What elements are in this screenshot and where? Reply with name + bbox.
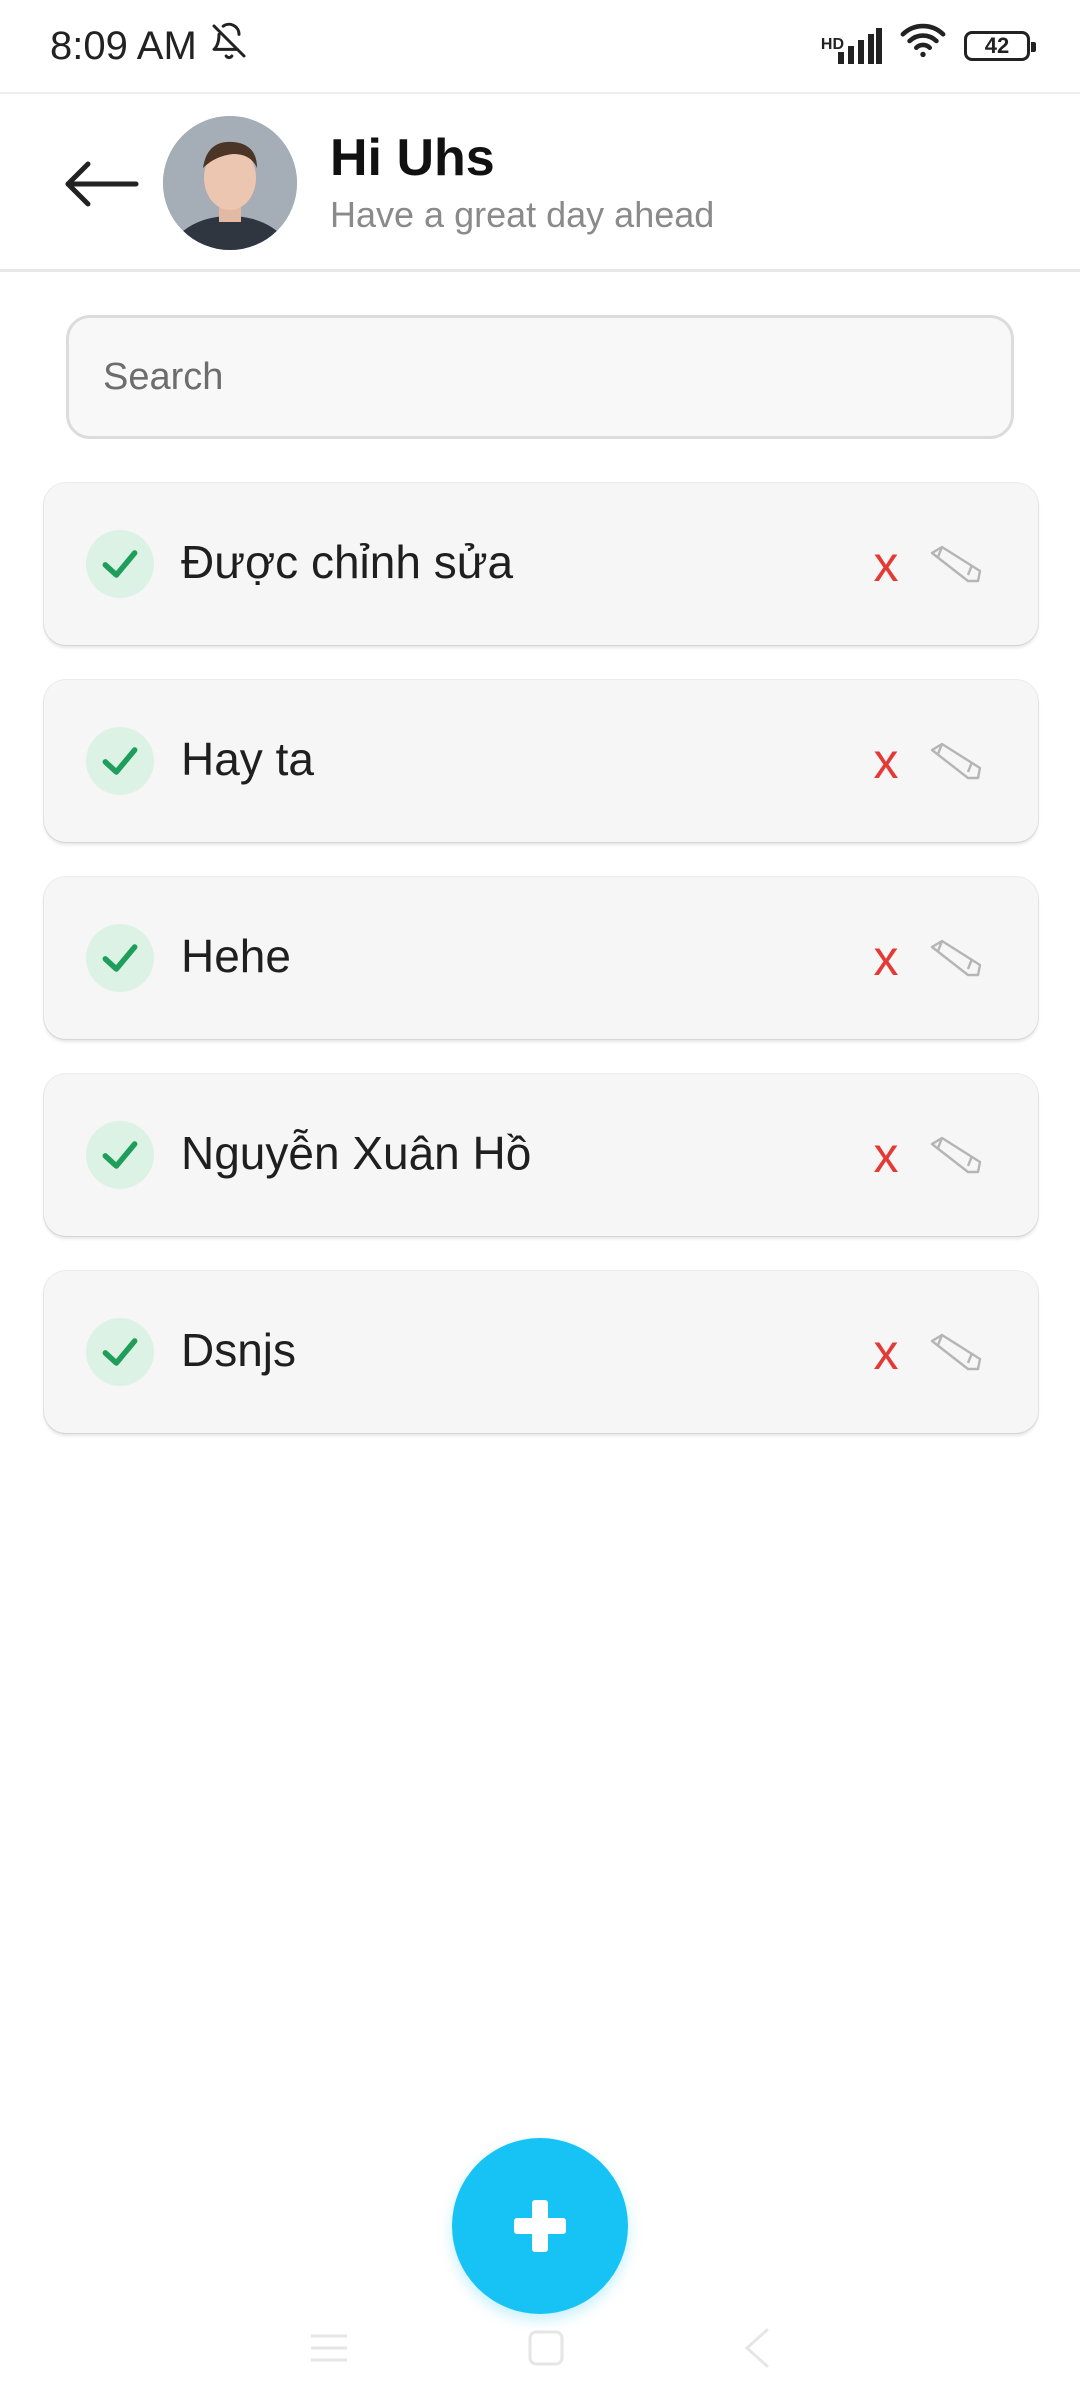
- task-label: Hehe: [181, 930, 291, 982]
- pencil-icon[interactable]: [924, 1124, 988, 1188]
- app-header: Hi Uhs Have a great day ahead: [0, 92, 1080, 272]
- check-icon[interactable]: [86, 530, 154, 598]
- page-title: Hi Uhs: [330, 129, 495, 187]
- user-avatar[interactable]: [163, 116, 297, 250]
- wifi-icon: [900, 23, 946, 69]
- check-icon[interactable]: [86, 727, 154, 795]
- task-label: Hay ta: [181, 733, 314, 785]
- system-nav-bar: [0, 2300, 1080, 2400]
- battery-level: 42: [984, 33, 1010, 58]
- search-input[interactable]: [66, 315, 1014, 439]
- pencil-icon[interactable]: [924, 730, 988, 794]
- check-icon[interactable]: [86, 1121, 154, 1189]
- task-label: Nguyễn Xuân Hồ: [181, 1127, 532, 1179]
- task-item[interactable]: Hehe x: [44, 877, 1038, 1039]
- menu-icon[interactable]: [307, 2328, 351, 2373]
- battery-icon: 42: [964, 31, 1036, 61]
- status-time: 8:09 AM: [50, 23, 197, 68]
- delete-button[interactable]: x: [864, 726, 908, 796]
- home-icon[interactable]: [524, 2326, 568, 2375]
- check-icon[interactable]: [86, 924, 154, 992]
- delete-button[interactable]: x: [864, 1317, 908, 1387]
- status-bar: 8:09 AM HD 42: [0, 0, 1080, 92]
- greeting: Hi Uhs Have a great day ahead: [330, 128, 714, 236]
- task-list: Được chỉnh sửa x Hay ta x Hehe x Nguyễn …: [44, 483, 1038, 1468]
- task-item[interactable]: Được chỉnh sửa x: [44, 483, 1038, 645]
- delete-button[interactable]: x: [864, 1120, 908, 1190]
- plus-icon: [514, 2200, 566, 2252]
- check-icon[interactable]: [86, 1318, 154, 1386]
- task-item[interactable]: Hay ta x: [44, 680, 1038, 842]
- bell-off-icon: [209, 21, 249, 71]
- network-tag: HD: [820, 36, 844, 53]
- task-label: Được chỉnh sửa: [181, 536, 514, 588]
- arrow-left-icon: [65, 161, 139, 207]
- pencil-icon[interactable]: [924, 927, 988, 991]
- task-item[interactable]: Nguyễn Xuân Hồ x: [44, 1074, 1038, 1236]
- add-task-button[interactable]: [452, 2138, 628, 2314]
- pencil-icon[interactable]: [924, 1321, 988, 1385]
- status-right: HD 42: [821, 23, 1036, 69]
- status-left: 8:09 AM: [50, 21, 249, 71]
- task-item[interactable]: Dsnjs x: [44, 1271, 1038, 1433]
- page-subtitle: Have a great day ahead: [330, 194, 715, 235]
- back-button[interactable]: [62, 154, 142, 214]
- signal-icon: HD: [821, 28, 882, 64]
- delete-button[interactable]: x: [864, 529, 908, 599]
- back-icon[interactable]: [741, 2326, 773, 2375]
- delete-button[interactable]: x: [864, 923, 908, 993]
- pencil-icon[interactable]: [924, 533, 988, 597]
- task-label: Dsnjs: [181, 1324, 297, 1376]
